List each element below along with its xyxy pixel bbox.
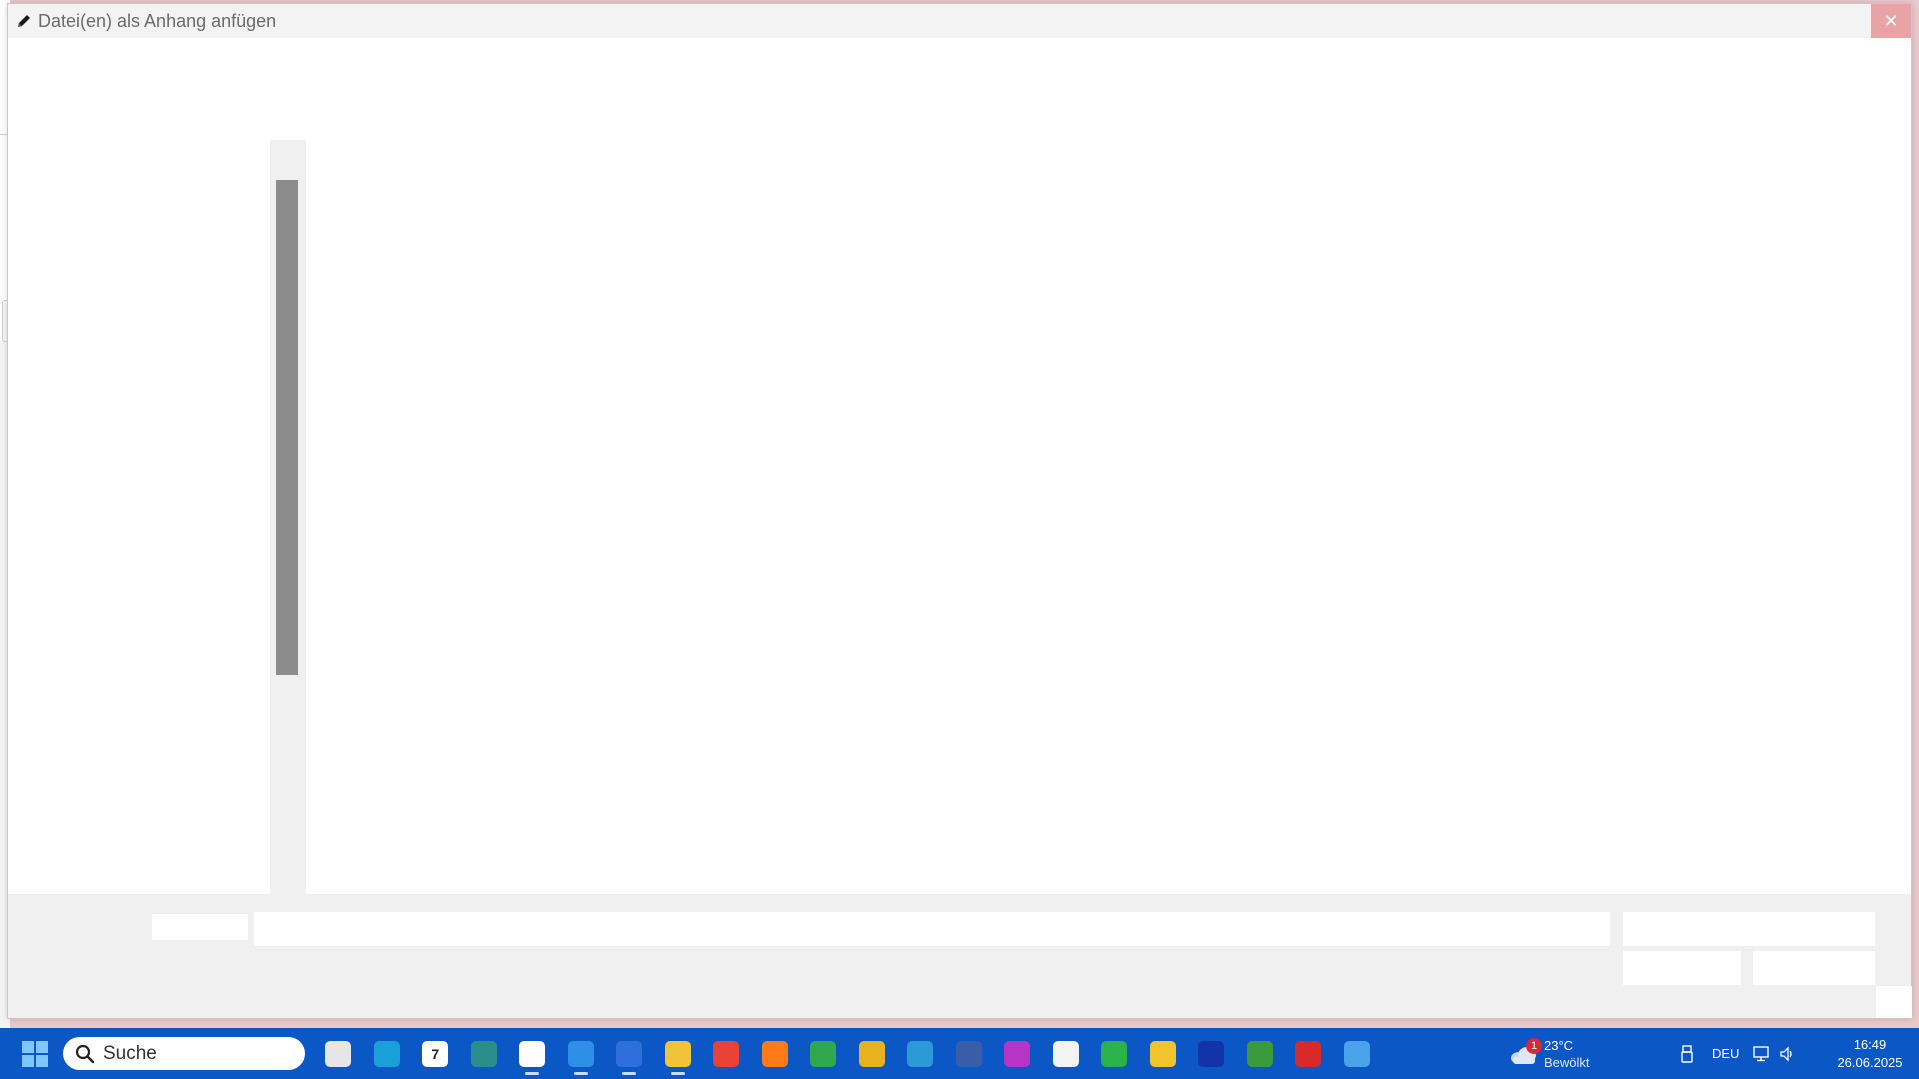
- taskbar-app[interactable]: [1090, 1028, 1139, 1079]
- scrollbar-thumb[interactable]: [276, 180, 298, 675]
- pencil-icon: [16, 13, 32, 29]
- search-label: Suche: [103, 1042, 157, 1064]
- notepad-icon: [567, 1040, 594, 1067]
- dialog-bottom-panel: [8, 894, 1912, 1018]
- filename-input[interactable]: [254, 912, 1610, 946]
- weather-condition: Bewölkt: [1544, 1055, 1590, 1070]
- cloud-app-icon: [1198, 1040, 1225, 1067]
- taskbar-search[interactable]: Suche: [63, 1037, 305, 1070]
- taskbar-app[interactable]: [751, 1028, 800, 1079]
- start-button[interactable]: [22, 1041, 48, 1067]
- affinity-icon: [1004, 1040, 1031, 1067]
- document-app-icon: [955, 1040, 982, 1067]
- taskbar-app[interactable]: [508, 1028, 557, 1079]
- taskbar-app[interactable]: [1333, 1028, 1382, 1079]
- search-icon: [75, 1044, 95, 1063]
- taskbar-app[interactable]: [363, 1028, 412, 1079]
- taskbar-app[interactable]: [557, 1028, 606, 1079]
- weather-temperature: 23°C: [1544, 1038, 1574, 1053]
- taskbar-app[interactable]: [993, 1028, 1042, 1079]
- close-icon: ✕: [1883, 11, 1899, 31]
- taskbar: Suche 7 1 23°C Bewölkt DEU 16:49 26.06.2…: [0, 1028, 1919, 1079]
- open-button[interactable]: [1623, 951, 1741, 985]
- running-indicator: [573, 1072, 588, 1075]
- running-indicator: [670, 1072, 685, 1075]
- taskbar-app[interactable]: [945, 1028, 994, 1079]
- close-button[interactable]: ✕: [1871, 4, 1911, 38]
- taskbar-app[interactable]: [1042, 1028, 1091, 1079]
- window-app-icon: [1343, 1040, 1370, 1067]
- calendar-icon: 7: [422, 1040, 449, 1067]
- multicolor-app-icon: [858, 1040, 885, 1067]
- taskbar-app[interactable]: [654, 1028, 703, 1079]
- firefox-icon: [761, 1040, 788, 1067]
- mouse-app-icon: [1052, 1040, 1079, 1067]
- taskbar-app[interactable]: [314, 1028, 363, 1079]
- running-indicator: [622, 1072, 637, 1075]
- taskbar-app[interactable]: [1187, 1028, 1236, 1079]
- taskbar-app[interactable]: [1139, 1028, 1188, 1079]
- cancel-button[interactable]: [1753, 951, 1875, 985]
- sheet-app-icon: [1246, 1040, 1273, 1067]
- lips-app-icon: [1295, 1040, 1322, 1067]
- windows-logo-icon: [22, 1041, 48, 1067]
- chrome-icon: [713, 1040, 740, 1067]
- clock-time: 16:49: [1853, 1037, 1887, 1052]
- taskbar-clock[interactable]: 16:49 26.06.2025: [1830, 1037, 1910, 1070]
- snipping-tool-icon: [519, 1040, 546, 1067]
- filename-label: [152, 914, 248, 940]
- task-view-icon: [325, 1040, 352, 1067]
- weather-badge: 1: [1526, 1038, 1542, 1054]
- clock-date: 26.06.2025: [1837, 1055, 1903, 1070]
- support-app-icon: [470, 1040, 497, 1067]
- taskbar-app[interactable]: [1284, 1028, 1333, 1079]
- file-explorer-icon: [664, 1040, 691, 1067]
- thunderbird-icon: [616, 1040, 643, 1067]
- dialog-titlebar[interactable]: Datei(en) als Anhang anfügen ✕: [8, 4, 1911, 38]
- taskbar-app[interactable]: [702, 1028, 751, 1079]
- taskbar-app[interactable]: [799, 1028, 848, 1079]
- taskbar-app[interactable]: [1236, 1028, 1285, 1079]
- green-app-icon: [810, 1040, 837, 1067]
- remote-desktop-icon: [373, 1040, 400, 1067]
- vertical-scrollbar[interactable]: [270, 140, 306, 894]
- network-icon[interactable]: [1753, 1045, 1771, 1062]
- volume-icon[interactable]: [1779, 1045, 1795, 1062]
- resize-grip[interactable]: [1876, 986, 1912, 1018]
- taskbar-app[interactable]: 7: [411, 1028, 460, 1079]
- weather-widget[interactable]: 1 23°C Bewölkt: [1508, 1036, 1598, 1072]
- globe-app-icon: [907, 1040, 934, 1067]
- file-type-select[interactable]: [1623, 912, 1875, 946]
- clock-app-icon: [1149, 1040, 1176, 1067]
- running-indicator: [525, 1072, 540, 1075]
- dialog-title: Datei(en) als Anhang anfügen: [38, 10, 277, 31]
- usb-icon[interactable]: [1680, 1044, 1694, 1063]
- taskbar-app[interactable]: [605, 1028, 654, 1079]
- system-tray: DEU: [1680, 1028, 1795, 1079]
- taskbar-apps: 7: [314, 1028, 1381, 1079]
- taskbar-app[interactable]: [848, 1028, 897, 1079]
- taskbar-app[interactable]: [460, 1028, 509, 1079]
- pen-app-icon: [1101, 1040, 1128, 1067]
- language-indicator[interactable]: DEU: [1712, 1046, 1739, 1061]
- attach-files-dialog: Datei(en) als Anhang anfügen ✕: [7, 3, 1912, 1019]
- taskbar-app[interactable]: [896, 1028, 945, 1079]
